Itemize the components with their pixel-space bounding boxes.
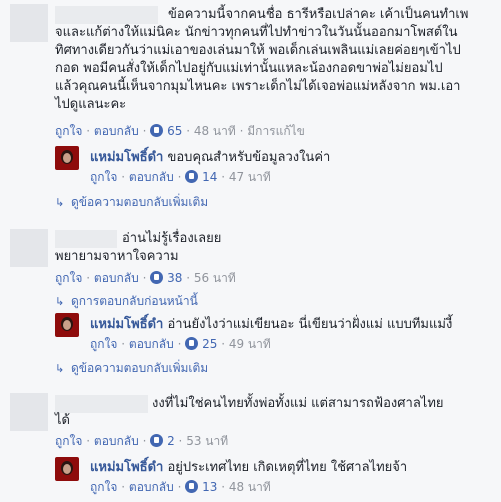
separator: ·	[142, 434, 147, 448]
commenter-name-redacted[interactable]	[55, 6, 158, 24]
reaction-count[interactable]: 38	[167, 271, 182, 285]
edited-label[interactable]: มีการแก้ไข	[247, 124, 305, 138]
commenter-name-redacted[interactable]	[55, 230, 117, 248]
reply-arrow-icon: ↳	[55, 362, 65, 375]
comment-text-line: ข้อความนี้จากคนชื่อ ธารีหรือเปล่าคะ เค้า…	[168, 7, 469, 22]
separator: ·	[177, 337, 182, 351]
reply-link[interactable]: ตอบกลับ	[129, 480, 174, 494]
reply-body: อ่านยังไงว่าแม่เขียนอะ นี่เขียนว่าฝั่งแม…	[167, 317, 453, 332]
reply-text: แหม่มโพธิ์ดำ อยู่ประเทศไทย เกิดเหตุที่ไท…	[90, 459, 407, 477]
reaction-count[interactable]: 2	[167, 434, 175, 448]
separator: ·	[121, 170, 126, 184]
like-link[interactable]: ถูกใจ	[55, 271, 82, 285]
comment-text-line: ทิศทางเดียวกันว่าแม่เอาของเล่นมาให้ พอเด…	[55, 43, 461, 58]
view-more-label: ดูข้อความตอบกลับเพิ่มเติม	[71, 361, 209, 375]
timestamp[interactable]: 48 นาที	[194, 124, 236, 138]
like-icon	[150, 271, 164, 284]
reaction-count[interactable]: 25	[202, 337, 217, 351]
view-previous-label: ดูการตอบกลับก่อนหน้านี้	[71, 294, 198, 308]
reaction-count[interactable]: 13	[202, 480, 217, 494]
comment-actions: ถูกใจ · ตอบกลับ · 38 · 56 นาที	[55, 270, 236, 286]
reply-text: แหม่มโพธิ์ดำ ขอบคุณสำหรับข้อมูลวงในค่า	[90, 149, 330, 167]
view-more-replies[interactable]: ↳ ดูข้อความตอบกลับเพิ่มเติม	[55, 194, 208, 211]
reply-body: อยู่ประเทศไทย เกิดเหตุที่ไทย ใช้ศาลไทยจ้…	[167, 460, 408, 475]
comment-text-line: อ่านไม่รู้เรื่องเลยย	[122, 231, 222, 246]
separator: ·	[221, 480, 226, 494]
separator: ·	[239, 124, 244, 138]
reply-actions: ถูกใจ · ตอบกลับ · 13 · 48 นาที	[90, 479, 271, 495]
like-link[interactable]: ถูกใจ	[55, 434, 82, 448]
timestamp[interactable]: 49 นาที	[229, 337, 271, 351]
reply-link[interactable]: ตอบกลับ	[129, 170, 174, 184]
like-icon	[185, 170, 199, 183]
separator: ·	[121, 480, 126, 494]
reply-body: ขอบคุณสำหรับข้อมูลวงในค่า	[167, 150, 331, 165]
comment-text-line: แล้วคุณคนนี้เห็นจากมุมไหนคะ เพราะเด็กไม่…	[55, 79, 461, 94]
reply-author-name[interactable]: แหม่มโพธิ์ดำ	[90, 317, 163, 332]
timestamp[interactable]: 48 นาที	[229, 480, 271, 494]
like-icon	[185, 337, 199, 350]
view-previous-replies[interactable]: ↳ ดูการตอบกลับก่อนหน้านี้	[55, 293, 198, 310]
reply-link[interactable]: ตอบกลับ	[94, 434, 139, 448]
like-link[interactable]: ถูกใจ	[90, 170, 117, 184]
separator: ·	[177, 480, 182, 494]
view-more-label: ดูข้อความตอบกลับเพิ่มเติม	[71, 195, 209, 209]
comment-text-line: ได้	[55, 413, 70, 428]
separator: ·	[142, 271, 147, 285]
view-more-replies[interactable]: ↳ ดูข้อความตอบกลับเพิ่มเติม	[55, 360, 208, 377]
reply-author-name[interactable]: แหม่มโพธิ์ดำ	[90, 150, 163, 165]
comment-text-line: จและแก้ต่างให้แม่นิคะ นักข่าวทุกคนที่ไปท…	[55, 25, 458, 40]
comment-text-line: ไปดูแลนะคะ	[55, 97, 127, 112]
separator: ·	[86, 124, 91, 138]
separator: ·	[177, 170, 182, 184]
like-icon	[150, 124, 164, 137]
like-icon	[150, 434, 164, 447]
separator: ·	[142, 124, 147, 138]
separator: ·	[221, 170, 226, 184]
separator: ·	[186, 124, 191, 138]
like-link[interactable]: ถูกใจ	[55, 124, 82, 138]
timestamp[interactable]: 53 นาที	[186, 434, 228, 448]
timestamp[interactable]: 56 นาที	[194, 271, 236, 285]
comment-text-line: พยายามจาหาใจความ	[55, 249, 179, 264]
comment-text-line: กอด พอมีคนสั่งให้เด็กไปอยู่กับแม่เท่านั้…	[55, 61, 443, 76]
reply-avatar[interactable]	[55, 146, 79, 170]
timestamp[interactable]: 47 นาที	[229, 170, 271, 184]
separator: ·	[186, 271, 191, 285]
commenter-avatar[interactable]	[10, 229, 48, 267]
reply-actions: ถูกใจ · ตอบกลับ · 14 · 47 นาที	[90, 169, 271, 185]
comment-actions: ถูกใจ · ตอบกลับ · 65 · 48 นาที · มีการแก…	[55, 123, 305, 139]
reply-actions: ถูกใจ · ตอบกลับ · 25 · 49 นาที	[90, 336, 271, 352]
separator: ·	[221, 337, 226, 351]
reply-link[interactable]: ตอบกลับ	[94, 124, 139, 138]
like-icon	[185, 480, 199, 493]
reply-author-name[interactable]: แหม่มโพธิ์ดำ	[90, 460, 163, 475]
separator: ·	[121, 337, 126, 351]
reaction-count[interactable]: 14	[202, 170, 217, 184]
reply-avatar[interactable]	[55, 457, 79, 481]
separator: ·	[178, 434, 183, 448]
reply-avatar[interactable]	[55, 313, 79, 337]
like-link[interactable]: ถูกใจ	[90, 480, 117, 494]
separator: ·	[86, 271, 91, 285]
reply-text: แหม่มโพธิ์ดำ อ่านยังไงว่าแม่เขียนอะ นี่เ…	[90, 316, 452, 334]
like-link[interactable]: ถูกใจ	[90, 337, 117, 351]
reply-link[interactable]: ตอบกลับ	[94, 271, 139, 285]
separator: ·	[86, 434, 91, 448]
reaction-count[interactable]: 65	[167, 124, 182, 138]
comment-text-block: จและแก้ต่างให้แม่นิคะ นักข่าวทุกคนที่ไปท…	[55, 24, 495, 114]
reply-arrow-icon: ↳	[55, 196, 65, 209]
comment-text-line: งงที่ไม่ใช่คนไทยทั้งพ่อทั้งแม่ แต่สามารถ…	[152, 396, 444, 411]
reply-link[interactable]: ตอบกลับ	[129, 337, 174, 351]
comment-actions: ถูกใจ · ตอบกลับ · 2 · 53 นาที	[55, 433, 228, 449]
commenter-avatar[interactable]	[10, 4, 48, 42]
commenter-avatar[interactable]	[10, 393, 48, 431]
reply-arrow-icon: ↳	[55, 295, 65, 308]
commenter-name-redacted[interactable]	[55, 395, 148, 413]
